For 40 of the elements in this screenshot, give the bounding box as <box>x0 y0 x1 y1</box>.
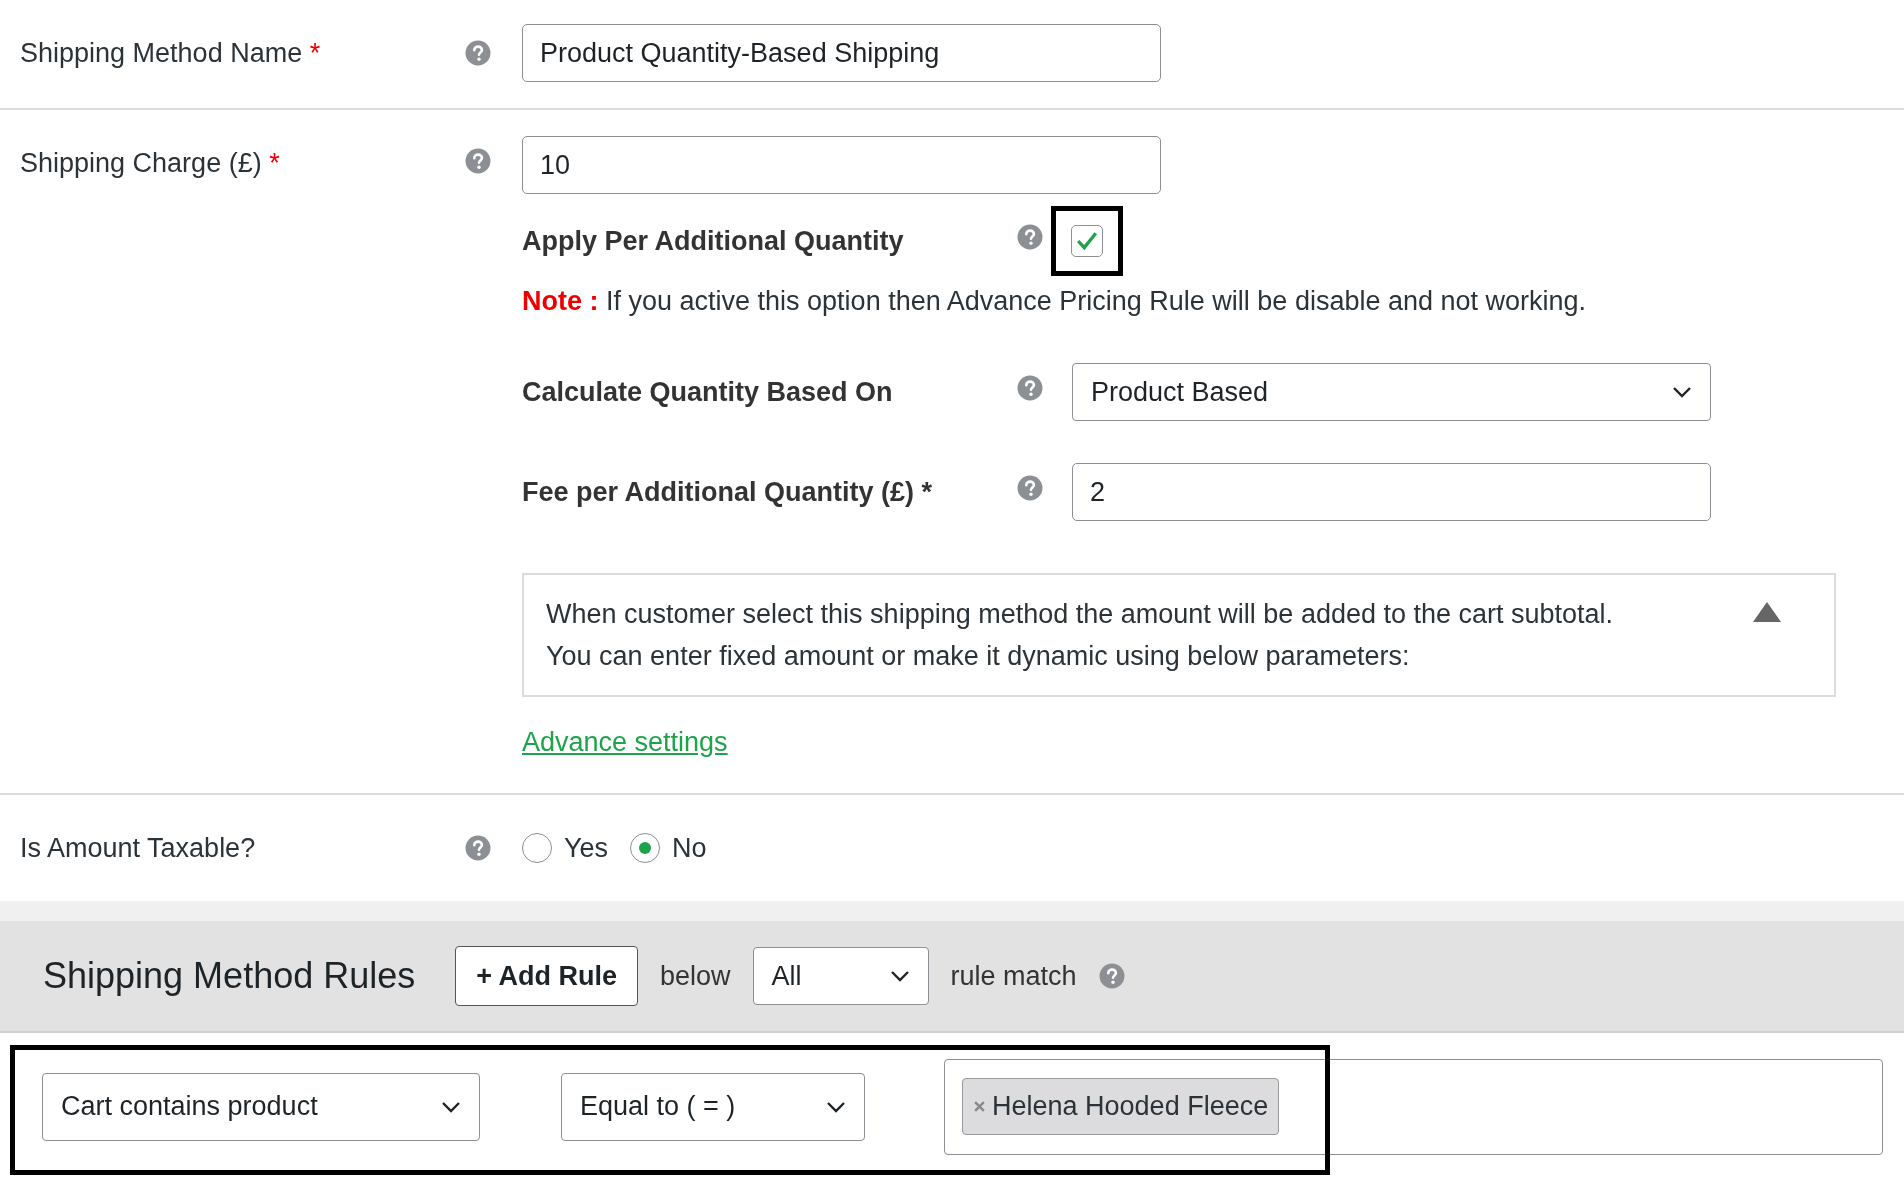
field-label: Shipping Method Name * <box>20 37 322 69</box>
field-label: Apply Per Additional Quantity <box>522 225 905 257</box>
dropdown[interactable]: Product Based <box>1072 363 1711 421</box>
chevron-down-icon <box>1672 386 1692 398</box>
chevron-down-icon <box>889 970 910 982</box>
product-tag[interactable]: Helena Hooded Fleece <box>962 1078 1280 1135</box>
triangle-up-icon[interactable] <box>1752 601 1782 623</box>
field-label: Calculate Quantity Based On <box>522 376 894 408</box>
info-text: When customer select this shipping method the amount will be added to the cart subtotal. <box>546 598 1614 631</box>
checkbox[interactable] <box>1071 225 1103 257</box>
section-title: Shipping Method Rules <box>43 955 416 997</box>
help-icon[interactable] <box>465 835 491 861</box>
chevron-down-icon <box>441 1100 461 1113</box>
radio-label: Yes <box>564 832 609 864</box>
dropdown[interactable]: All <box>752 947 929 1005</box>
note-text: Note : If you active this option then Advance Pricing Rule will be disable and not working. <box>522 286 1588 317</box>
remove-icon[interactable] <box>973 1100 986 1113</box>
add-rule-button[interactable]: + Add Rule <box>455 946 638 1006</box>
rule-match-text: rule match <box>950 960 1077 992</box>
field-label: Shipping Charge (£) * <box>20 148 281 179</box>
tag-input-field[interactable]: Helena Hooded Fleece <box>944 1058 1883 1155</box>
info-text: You can enter fixed amount or make it dynamic using below parameters: <box>546 640 1411 673</box>
below-text: below <box>660 960 731 992</box>
help-icon[interactable] <box>1017 375 1043 401</box>
field-label: Is Amount Taxable? <box>20 832 257 864</box>
dropdown[interactable]: Cart contains product <box>42 1072 480 1141</box>
radio-label: No <box>672 832 707 864</box>
help-icon[interactable] <box>1017 224 1043 250</box>
text-input[interactable]: 2 <box>1072 463 1711 521</box>
help-icon[interactable] <box>1098 963 1125 989</box>
field-label: Fee per Additional Quantity (£) * <box>522 476 934 508</box>
chevron-down-icon <box>826 1100 846 1113</box>
help-icon[interactable] <box>465 148 491 174</box>
text-input[interactable]: Product Quantity-Based Shipping <box>522 24 1161 82</box>
help-icon[interactable] <box>465 40 491 66</box>
text-input[interactable]: 10 <box>522 136 1161 194</box>
dropdown[interactable]: Equal to ( = ) <box>561 1072 865 1141</box>
tag-label: Helena Hooded Fleece <box>992 1091 1269 1122</box>
checkmark-icon <box>1076 231 1098 251</box>
help-icon[interactable] <box>1017 475 1043 501</box>
